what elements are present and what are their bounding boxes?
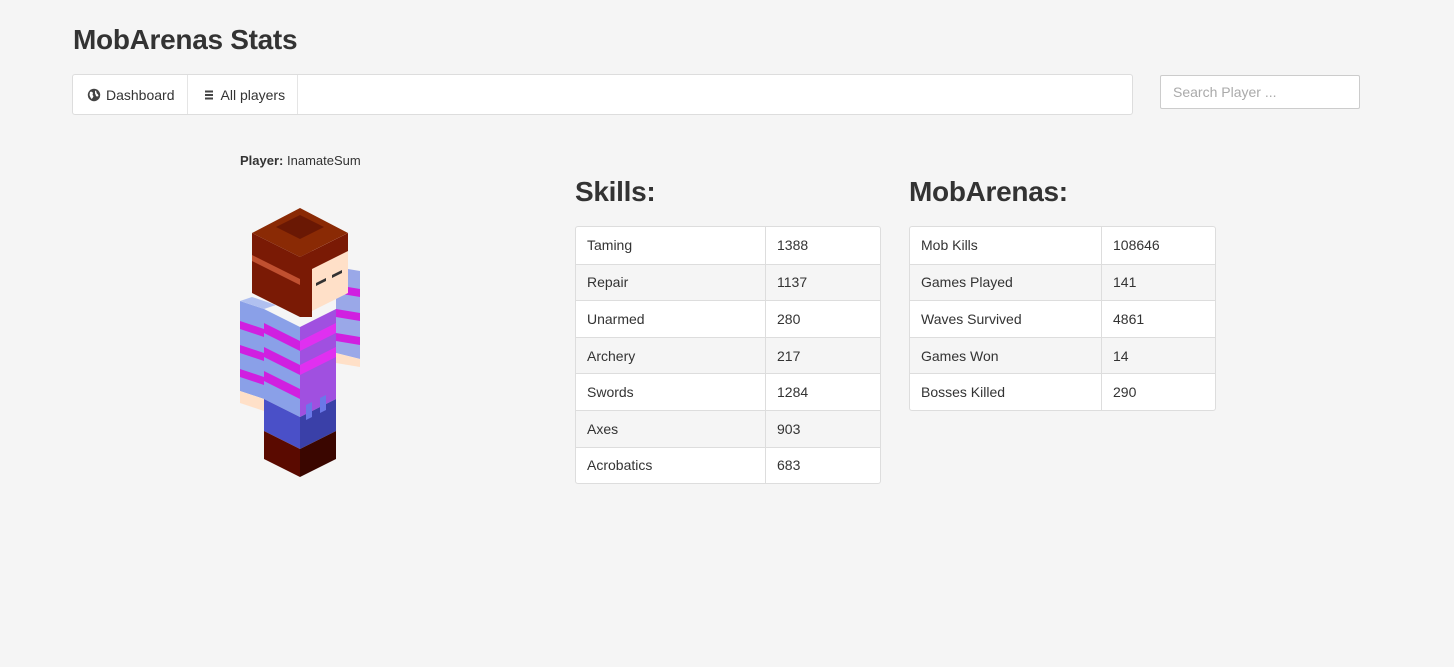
player-skin-render: [240, 208, 360, 477]
table-row: Bosses Killed 290: [910, 373, 1215, 410]
skill-name: Unarmed: [576, 300, 766, 337]
skill-value: 280: [766, 300, 880, 337]
skill-value: 903: [766, 409, 880, 447]
skill-value: 217: [766, 336, 880, 374]
skills-heading: Skills:: [575, 176, 656, 207]
table-row: Waves Survived 4861: [910, 300, 1215, 337]
stat-name: Games Played: [910, 263, 1102, 301]
stat-name: Waves Survived: [910, 300, 1102, 337]
nav-dashboard[interactable]: Dashboard: [73, 75, 188, 114]
table-row: Acrobatics 683: [576, 446, 880, 484]
table-row: Taming 1388: [576, 227, 880, 264]
stat-value: 290: [1102, 373, 1215, 410]
mobarenas-heading: MobArenas:: [909, 176, 1068, 207]
player-name: InamateSum: [287, 153, 361, 168]
stat-name: Bosses Killed: [910, 373, 1102, 410]
stat-name: Games Won: [910, 336, 1102, 374]
nav-all-players[interactable]: All players: [188, 75, 299, 114]
nav-dashboard-label: Dashboard: [106, 86, 175, 103]
table-row: Mob Kills 108646: [910, 227, 1215, 264]
table-row: Archery 217: [576, 336, 880, 374]
globe-icon: [87, 88, 101, 102]
list-icon: [202, 88, 216, 102]
player-line: Player: InamateSum: [240, 153, 361, 168]
skill-value: 1137: [766, 263, 880, 301]
skill-name: Taming: [576, 227, 766, 264]
table-row: Games Played 141: [910, 263, 1215, 301]
skill-name: Swords: [576, 373, 766, 410]
mobarenas-table: Mob Kills 108646 Games Played 141 Waves Su…: [909, 226, 1216, 411]
skill-name: Archery: [576, 336, 766, 374]
stat-value: 108646: [1113, 237, 1160, 254]
navbar: Dashboard All players: [72, 74, 1133, 115]
table-row: Games Won 14: [910, 336, 1215, 374]
table-row: Repair 1137: [576, 263, 880, 301]
skill-value: 683: [766, 446, 880, 484]
player-label: Player:: [240, 153, 284, 168]
skill-name: Acrobatics: [576, 446, 766, 484]
nav-all-players-label: All players: [220, 86, 286, 103]
search-player-input[interactable]: [1160, 75, 1360, 109]
table-row: Axes 903: [576, 409, 880, 447]
skill-value: 1388: [777, 237, 809, 254]
stat-value: 14: [1102, 336, 1215, 374]
skill-name: Repair: [576, 263, 766, 301]
page-title: MobArenas Stats: [73, 24, 298, 55]
stat-name: Mob Kills: [910, 227, 1102, 264]
skill-name: Axes: [576, 409, 766, 447]
table-row: Swords 1284: [576, 373, 880, 410]
stat-value: 141: [1102, 263, 1215, 301]
table-row: Unarmed 280: [576, 300, 880, 337]
skills-table: Taming 1388 Repair 1137 Unarmed 280 Archery…: [575, 226, 881, 485]
skill-value: 1284: [766, 373, 880, 410]
stat-value: 4861: [1102, 300, 1215, 337]
